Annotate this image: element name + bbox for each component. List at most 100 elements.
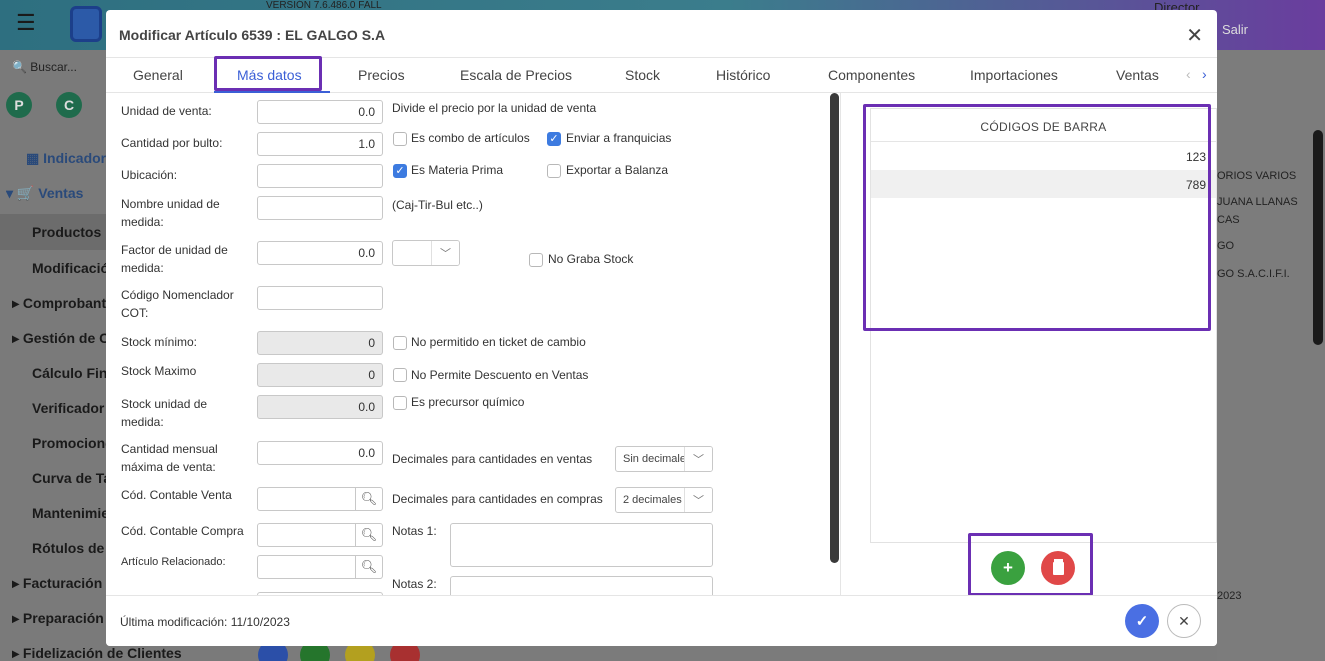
caret-icon: ▸: [12, 330, 20, 346]
ubicacion-input[interactable]: [257, 164, 383, 188]
articulo-relacionado-label: Artículo Relacionado:: [121, 556, 226, 568]
no-permitido-ticket-checkbox[interactable]: [393, 336, 407, 350]
es-combo-label: Es combo de artículos: [411, 131, 530, 145]
background-list: ORIOS VARIOS JUANA LLANAS CAS GO GO S.A.…: [1217, 50, 1325, 661]
search-icon[interactable]: 🔍︎: [355, 524, 382, 546]
factor-unidad-input[interactable]: 0.0: [257, 241, 383, 265]
caret-icon: ▸: [12, 295, 20, 311]
bg-list-item: 2023: [1217, 590, 1242, 602]
tab-stock[interactable]: Stock: [625, 67, 660, 83]
highlight-barcode-actions: [968, 533, 1093, 596]
cantidad-mensual-input[interactable]: 0.0: [257, 441, 383, 465]
confirm-button[interactable]: ✓: [1125, 604, 1159, 638]
avatar-p[interactable]: P: [6, 92, 32, 118]
exportar-balanza-checkbox[interactable]: [547, 164, 561, 178]
no-permite-descuento-checkbox[interactable]: [393, 368, 407, 382]
caret-icon: ▸: [12, 645, 20, 661]
avatar-c[interactable]: C: [56, 92, 82, 118]
tab-historico[interactable]: Histórico: [716, 67, 770, 83]
sidebar-label: Productos: [32, 224, 102, 240]
edit-article-modal: Modificar Artículo 6539 : EL GALGO S.A ✕…: [106, 10, 1217, 646]
exportar-balanza-label: Exportar a Balanza: [566, 163, 669, 177]
articulo-relacionado-input[interactable]: 🔍︎: [257, 555, 383, 579]
label-line: Cantidad mensual: [121, 442, 218, 456]
no-graba-stock-label: No Graba Stock: [548, 252, 634, 266]
cod-contable-compra-label: Cód. Contable Compra: [121, 524, 244, 538]
highlight-tab-mas-datos: [214, 56, 322, 91]
decimales-compras-label: Decimales para cantidades en compras: [392, 492, 603, 506]
bg-list-item: JUANA LLANAS: [1217, 196, 1298, 208]
tabs-next-icon[interactable]: ›: [1202, 66, 1207, 82]
avatar-c-letter: C: [63, 97, 75, 113]
menu-icon[interactable]: ☰: [16, 10, 36, 36]
form-scrollbar[interactable]: [830, 93, 839, 563]
search-icon[interactable]: 🔍︎: [355, 488, 382, 510]
tab-general[interactable]: General: [133, 67, 183, 83]
es-precursor-checkbox[interactable]: [393, 396, 407, 410]
es-materia-prima-checkbox[interactable]: ✓: [393, 164, 407, 178]
cantidad-mensual-label: Cantidad mensual máxima de venta:: [121, 440, 218, 476]
cod-contable-compra-input[interactable]: 🔍︎: [257, 523, 383, 547]
bg-scrollbar: [1313, 130, 1323, 345]
stock-unidad-label: Stock unidad de medida:: [121, 395, 207, 431]
notas1-label: Notas 1:: [392, 524, 437, 538]
caret-icon: ▸: [12, 575, 20, 591]
nombre-unidad-label: Nombre unidad de medida:: [121, 195, 220, 231]
no-permitido-ticket-label: No permitido en ticket de cambio: [411, 335, 586, 349]
label-line: COT:: [121, 306, 149, 320]
no-graba-stock-checkbox[interactable]: [529, 253, 543, 267]
stock-maximo-label: Stock Maximo: [121, 364, 197, 378]
caret-icon: ▸: [12, 610, 20, 626]
label-line: Nombre unidad de: [121, 197, 220, 211]
unidad-venta-input[interactable]: 0.0: [257, 100, 383, 124]
decimales-compras-value: 2 decimales: [623, 494, 682, 506]
sidebar-label: Facturación: [22, 575, 103, 591]
stock-maximo-input: 0: [257, 363, 383, 387]
modal-header: Modificar Artículo 6539 : EL GALGO S.A ✕: [106, 10, 1217, 58]
label-line: máxima de venta:: [121, 460, 216, 474]
tab-componentes[interactable]: Componentes: [828, 67, 915, 83]
decimales-compras-select[interactable]: 2 decimales ﹀: [615, 487, 713, 513]
cancel-button[interactable]: ✕: [1167, 604, 1201, 638]
bg-list-item: GO: [1217, 240, 1235, 252]
tab-precios[interactable]: Precios: [358, 67, 405, 83]
label-line: medida:: [121, 415, 164, 429]
no-permite-descuento-label: No Permite Descuento en Ventas: [411, 368, 589, 382]
tab-ventas[interactable]: Ventas: [1116, 67, 1159, 83]
notas1-textarea[interactable]: [450, 523, 713, 567]
chevron-down-icon: ﹀: [684, 488, 712, 512]
highlight-barcodes: [863, 104, 1211, 331]
bg-list-item: ORIOS VARIOS: [1217, 170, 1297, 182]
sidebar-label: Preparación: [22, 610, 104, 626]
last-modified-text: Última modificación: 11/10/2023: [120, 615, 290, 629]
stock-minimo-input: 0: [257, 331, 383, 355]
tab-importaciones[interactable]: Importaciones: [970, 67, 1058, 83]
modal-footer: Última modificación: 11/10/2023 ✓ ✕: [106, 595, 1217, 646]
es-precursor-label: Es precursor químico: [411, 395, 525, 409]
exit-label[interactable]: Salir: [1222, 22, 1248, 37]
search-icon[interactable]: 🔍︎: [355, 556, 382, 578]
sidebar-label: Ventas: [38, 185, 84, 201]
sidebar-search[interactable]: 🔍 Buscar...: [12, 60, 77, 74]
enviar-franquicias-checkbox[interactable]: ✓: [547, 132, 561, 146]
nombre-unidad-input[interactable]: [257, 196, 383, 220]
bg-list-item: GO S.A.C.I.F.I.: [1217, 268, 1290, 280]
cantidad-bulto-input[interactable]: 1.0: [257, 132, 383, 156]
label-line: medida:: [121, 215, 164, 229]
sidebar-label: Fidelización de Clientes: [22, 645, 182, 661]
ubicacion-label: Ubicación:: [121, 168, 178, 182]
sidebar-item-fidelizacion[interactable]: ▸ Fidelización de Clientes: [12, 645, 252, 661]
close-icon[interactable]: ✕: [1186, 23, 1203, 48]
unit-select[interactable]: ﹀: [392, 240, 460, 266]
tabs-prev-icon[interactable]: ‹: [1186, 66, 1191, 82]
codigo-nomenclador-input[interactable]: [257, 286, 383, 310]
tab-escala-precios[interactable]: Escala de Precios: [460, 67, 572, 83]
label-line: Factor de unidad de: [121, 243, 228, 257]
panel-divider: [840, 93, 841, 595]
es-combo-checkbox[interactable]: [393, 132, 407, 146]
stock-unidad-input: 0.0: [257, 395, 383, 419]
cantidad-bulto-label: Cantidad por bulto:: [121, 136, 223, 150]
cod-contable-venta-input[interactable]: 🔍︎: [257, 487, 383, 511]
decimales-ventas-select[interactable]: Sin decimales ﹀: [615, 446, 713, 472]
decimales-ventas-label: Decimales para cantidades en ventas: [392, 452, 593, 466]
